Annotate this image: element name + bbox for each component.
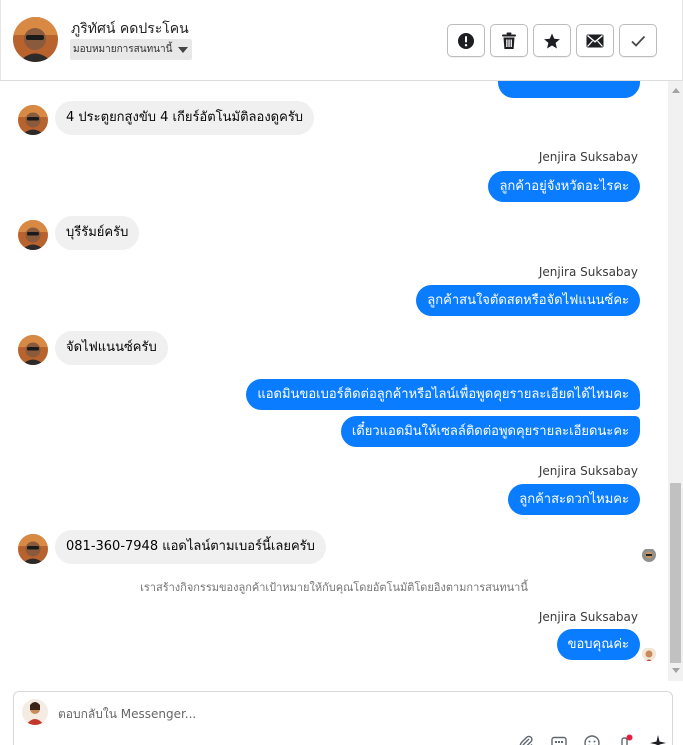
mark-spam-button[interactable]: [447, 24, 485, 57]
delete-button[interactable]: [490, 24, 528, 57]
saved-replies-icon[interactable]: [550, 734, 570, 745]
message-thread[interactable]: 4 ประตูยกสูงขับ 4 เกียร์อัตโนมัติลองดูคร…: [0, 81, 668, 681]
message-bubble-outgoing[interactable]: ลูกค้าสนใจตัดสดหรือจัดไฟแนนซ์คะ: [416, 285, 640, 316]
message-bubble-outgoing[interactable]: ลูกค้าสะดวกไหมคะ: [508, 484, 640, 515]
exclamation-circle-icon: [458, 32, 474, 49]
contact-avatar[interactable]: [13, 17, 58, 62]
message-bubble-incoming[interactable]: 4 ประตูยกสูงขับ 4 เกียร์อัตโนมัติลองดูคร…: [55, 101, 315, 135]
scroll-up-arrow-icon[interactable]: [672, 88, 680, 93]
check-icon: [631, 35, 646, 47]
seen-avatar: [642, 647, 656, 661]
notification-icon[interactable]: [616, 734, 636, 745]
message-bubble-incoming[interactable]: 081-360-7948 แอดไลน์ตามเบอร์นี้เลยครับ: [55, 530, 326, 564]
caret-down-icon: [178, 46, 189, 53]
contact-avatar-small: [18, 220, 48, 250]
message-bubble-outgoing[interactable]: เดี๋ยวแอดมินให้เซลล์ติดต่อพูดคุยรายละเอี…: [340, 416, 640, 447]
composer-tools: [517, 734, 669, 745]
conversation-header: ภูริทัศน์ คดประโคน มอบหมายการสนทนานี้: [0, 0, 683, 81]
sender-name: Jenjira Suksabay: [538, 265, 638, 279]
assign-label: มอบหมายการสนทนานี้: [73, 44, 173, 55]
assign-conversation-dropdown[interactable]: มอบหมายการสนทนานี้: [70, 39, 193, 60]
contact-name[interactable]: ภูริทัศน์ คดประโคน: [71, 18, 189, 40]
sender-name: Jenjira Suksabay: [538, 464, 638, 478]
reply-composer: [13, 691, 673, 745]
star-button[interactable]: [533, 24, 571, 57]
conversation-actions: [447, 24, 657, 57]
trash-icon: [502, 32, 516, 49]
reply-input[interactable]: [58, 704, 618, 724]
sender-name: Jenjira Suksabay: [538, 150, 638, 164]
scroll-down-arrow-icon[interactable]: [672, 668, 680, 673]
envelope-icon: [586, 34, 604, 47]
message-bubble-incoming[interactable]: จัดไฟแนนซ์ครับ: [55, 331, 168, 365]
mark-done-button[interactable]: [619, 24, 657, 57]
contact-avatar-small: [18, 335, 48, 365]
message-bubble-outgoing[interactable]: [498, 81, 640, 98]
attachment-icon[interactable]: [517, 734, 537, 745]
seen-avatar: [642, 548, 656, 562]
contact-avatar-small: [18, 105, 48, 135]
scrollbar-thumb[interactable]: [670, 483, 681, 663]
magic-icon[interactable]: [649, 734, 669, 745]
contact-avatar-small: [18, 534, 48, 564]
agent-avatar: [22, 699, 48, 725]
star-icon: [544, 33, 560, 48]
message-bubble-outgoing[interactable]: ลูกค้าอยู่จังหวัดอะไรคะ: [488, 171, 640, 202]
thread-scrollbar[interactable]: [668, 81, 683, 681]
sender-name: Jenjira Suksabay: [538, 610, 638, 624]
mark-unread-button[interactable]: [576, 24, 614, 57]
message-bubble-outgoing[interactable]: ขอบคุณค่ะ: [556, 629, 640, 660]
message-bubble-outgoing[interactable]: แอดมินขอเบอร์ติดต่อลูกค้าหรือไลน์เพื่อพู…: [246, 379, 640, 410]
emoji-icon[interactable]: [583, 734, 603, 745]
message-bubble-incoming[interactable]: บุรีรัมย์ครับ: [55, 216, 140, 250]
system-note: เราสร้างกิจกรรมของลูกค้าเป้าหมายให้กับคุ…: [140, 581, 528, 594]
